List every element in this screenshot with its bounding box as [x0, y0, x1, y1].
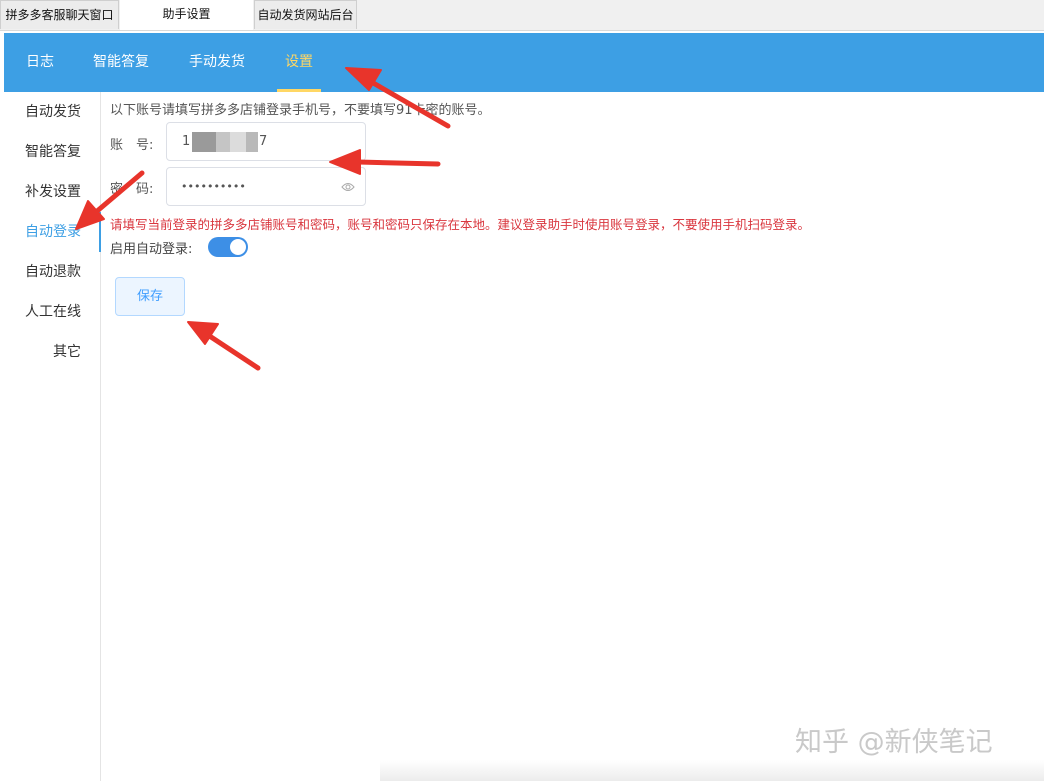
- nav-item-settings[interactable]: 设置: [277, 33, 321, 92]
- sidebar-item-resend-settings[interactable]: 补发设置: [25, 182, 81, 202]
- password-input[interactable]: ••••••••••: [166, 167, 366, 206]
- sidebar-item-auto-refund[interactable]: 自动退款: [25, 262, 81, 282]
- window-tab-website[interactable]: 自动发货网站后台: [254, 0, 357, 29]
- login-warning: 请填写当前登录的拼多多店铺账号和密码，账号和密码只保存在本地。建议登录助手时使用…: [110, 217, 811, 232]
- window-tab-chat[interactable]: 拼多多客服聊天窗口: [0, 0, 119, 29]
- account-value-end: 7: [259, 134, 268, 149]
- sidebar-item-other[interactable]: 其它: [53, 342, 81, 362]
- window-tab-bar: 拼多多客服聊天窗口 助手设置 自动发货网站后台: [0, 0, 1044, 31]
- sidebar-item-manual-online[interactable]: 人工在线: [25, 302, 81, 322]
- window-tab-settings[interactable]: 助手设置: [120, 0, 253, 30]
- account-redaction-3: [230, 132, 246, 152]
- account-hint: 以下账号请填写拼多多店铺登录手机号，不要填写91卡密的账号。: [110, 103, 491, 118]
- sidebar-active-indicator: [99, 212, 101, 252]
- account-redaction: [192, 132, 216, 152]
- eye-icon[interactable]: [341, 181, 355, 193]
- watermark: 知乎 @新侠笔记: [795, 727, 993, 758]
- nav-item-smart-reply[interactable]: 智能答复: [93, 33, 149, 92]
- arrow-head-save: [187, 321, 219, 345]
- toggle-knob: [230, 239, 246, 255]
- arrow-to-save-button: [205, 332, 261, 371]
- sidebar-item-auto-login[interactable]: 自动登录: [25, 222, 81, 242]
- sidebar: 自动发货 智能答复 补发设置 自动登录 自动退款 人工在线 其它: [0, 92, 101, 781]
- account-label: 账 号:: [110, 138, 154, 153]
- bottom-shade: [380, 760, 1044, 781]
- auto-login-label: 启用自动登录:: [110, 242, 193, 257]
- top-nav: 日志 智能答复 手动发货 设置: [4, 33, 1044, 92]
- account-input[interactable]: 1 7: [166, 122, 366, 161]
- auto-login-toggle[interactable]: [208, 237, 248, 257]
- password-value: ••••••••••: [181, 180, 246, 193]
- account-redaction-4: [246, 132, 258, 152]
- account-redaction-2: [216, 132, 230, 152]
- save-button[interactable]: 保存: [115, 277, 185, 316]
- nav-item-log[interactable]: 日志: [26, 33, 54, 92]
- sidebar-item-auto-delivery[interactable]: 自动发货: [25, 102, 81, 122]
- account-value-start: 1: [182, 134, 191, 149]
- arrow-to-account-input: [355, 159, 441, 167]
- sidebar-item-smart-reply[interactable]: 智能答复: [25, 142, 81, 162]
- password-label: 密 码:: [110, 182, 154, 197]
- nav-item-manual-delivery[interactable]: 手动发货: [189, 33, 245, 92]
